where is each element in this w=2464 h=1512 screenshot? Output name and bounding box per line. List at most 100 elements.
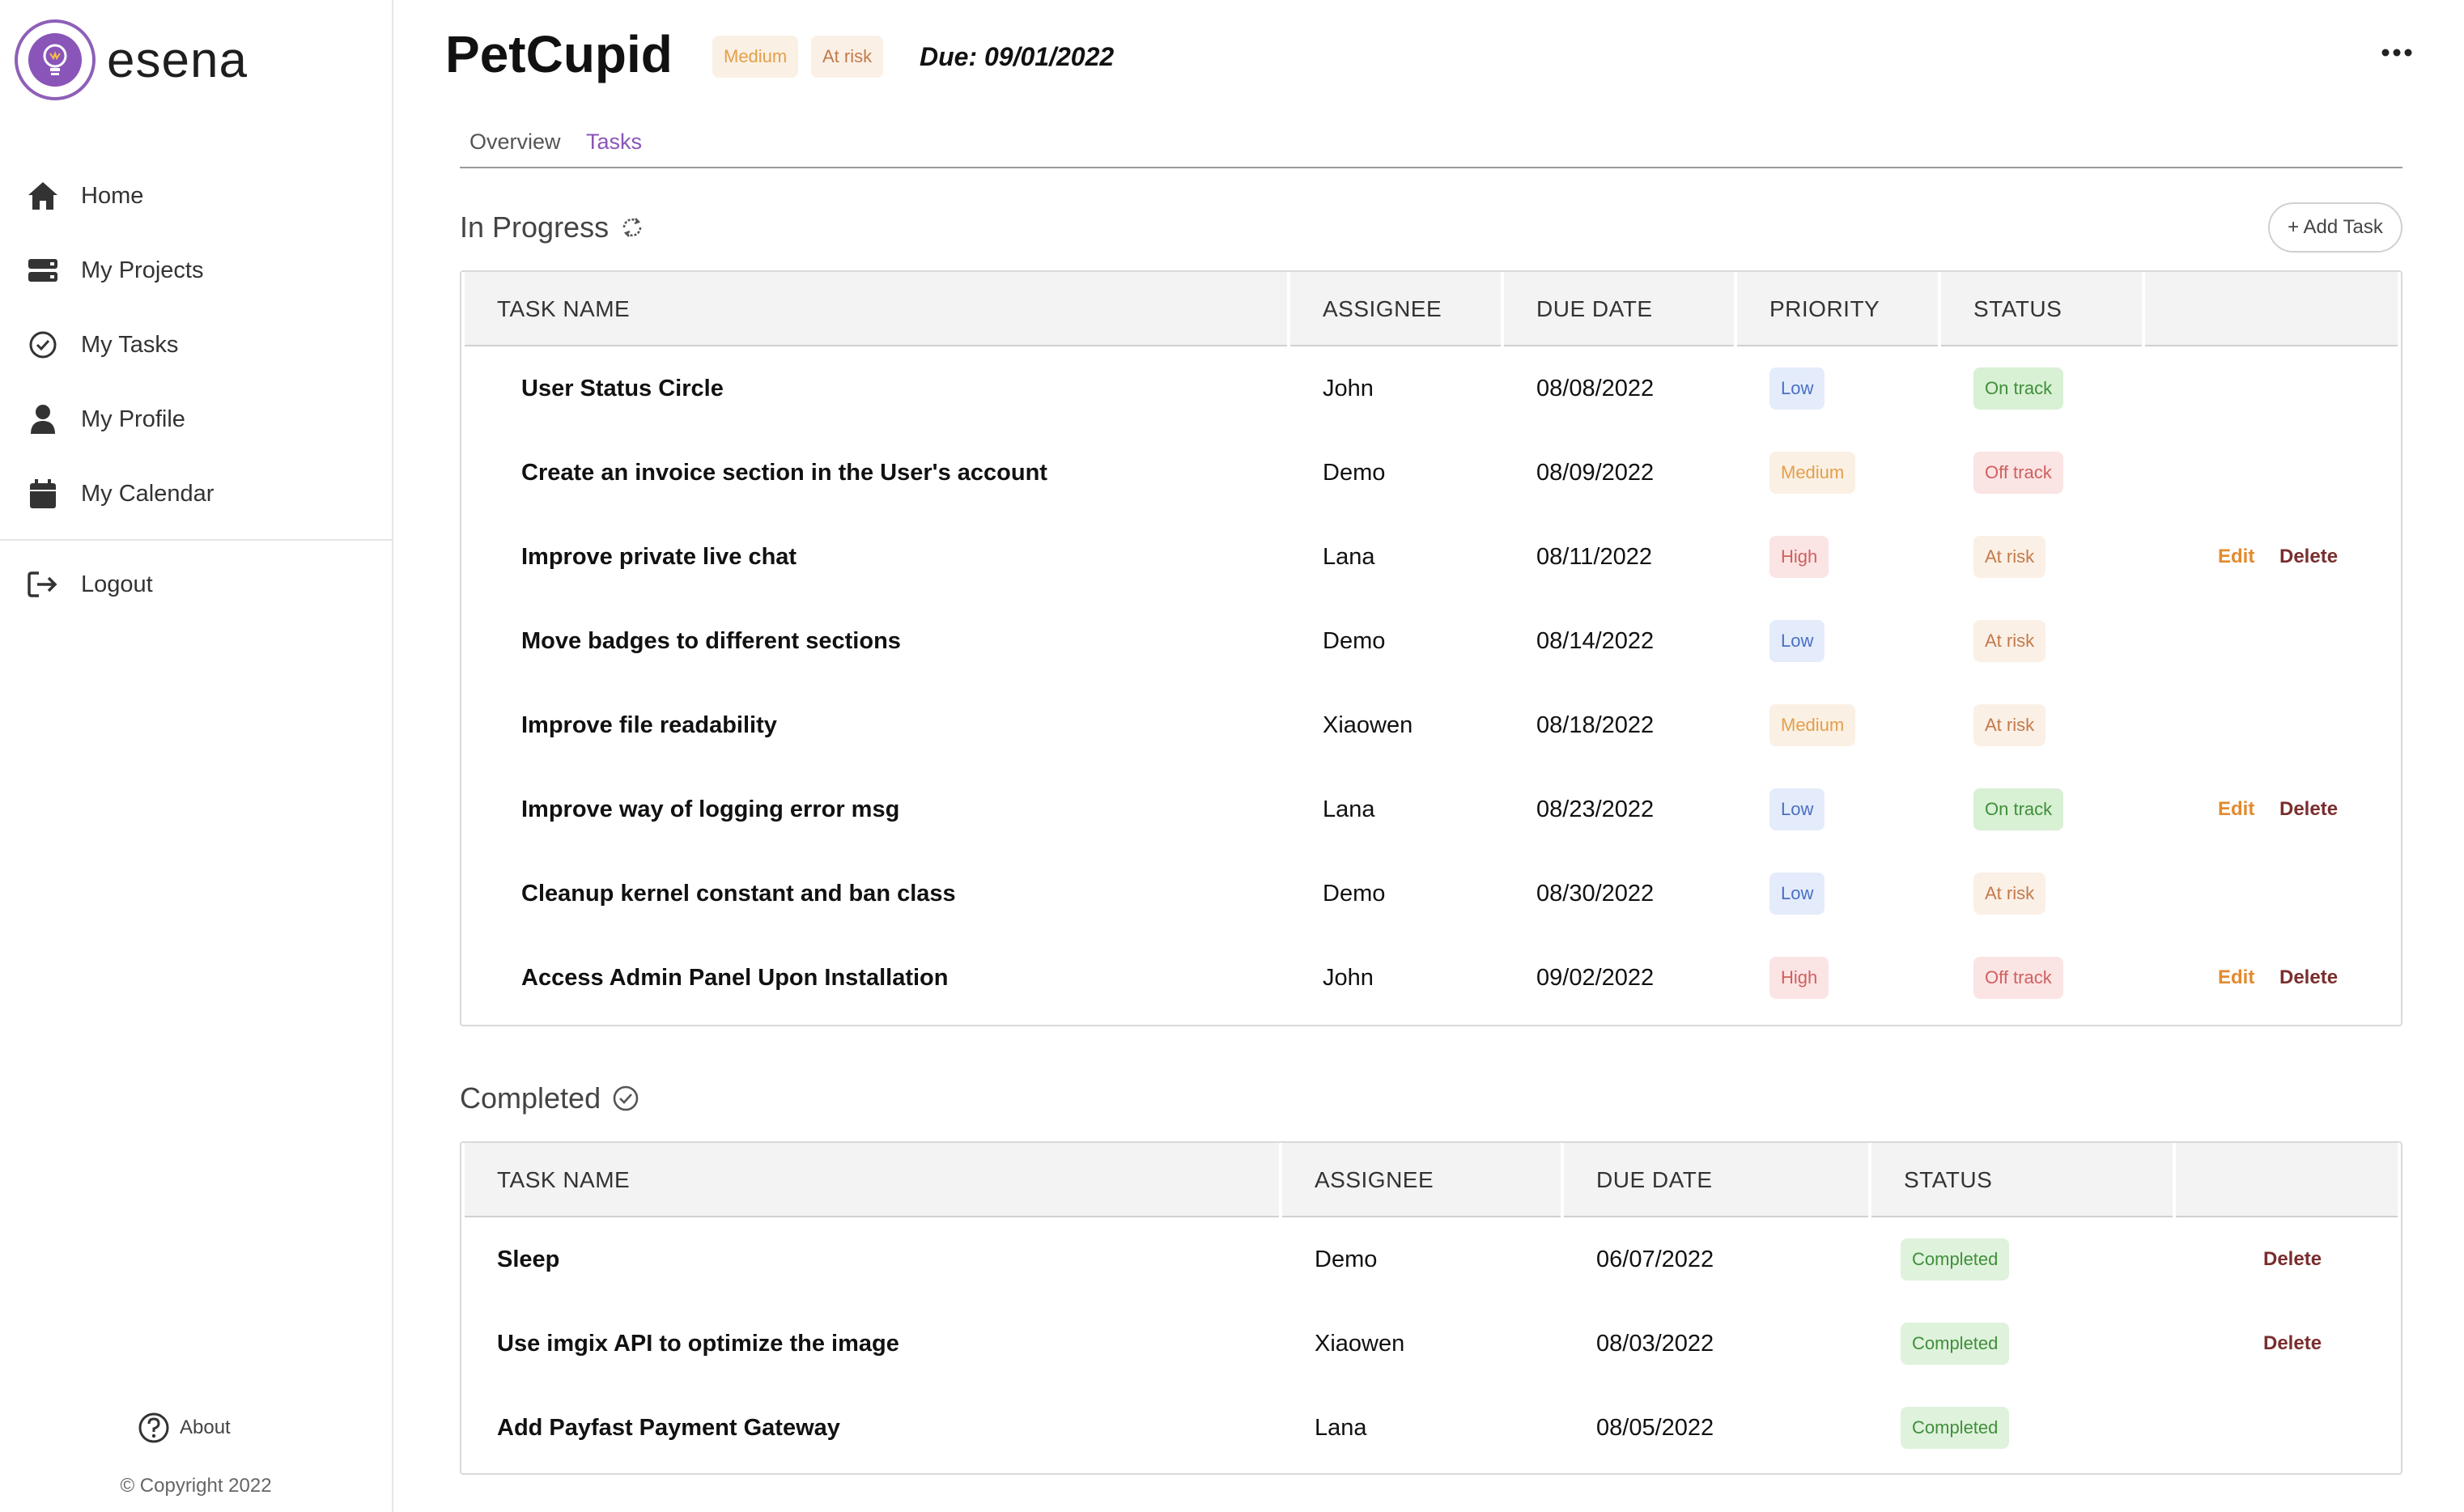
task-name[interactable]: Sleep xyxy=(497,1217,559,1302)
delete-task-button[interactable]: Delete xyxy=(2279,936,2338,1020)
about-label: About xyxy=(180,1416,231,1438)
task-assignee: Lana xyxy=(1323,796,1375,822)
priority-cell: Medium xyxy=(1769,683,1856,767)
column-header-task-name[interactable]: TASK NAME xyxy=(465,272,1290,346)
app-name: esena xyxy=(107,32,248,88)
logout-button[interactable]: Logout xyxy=(0,547,392,622)
edit-task-button[interactable]: Edit xyxy=(2218,515,2254,599)
column-header-priority[interactable]: PRIORITY xyxy=(1737,272,1941,346)
table-row[interactable]: Move badges to different sections Demo 08/… xyxy=(465,599,2398,683)
task-assignee: Demo xyxy=(1315,1246,1378,1272)
column-header-assignee[interactable]: ASSIGNEE xyxy=(1282,1143,1564,1217)
delete-task-button[interactable]: Delete xyxy=(2279,767,2338,852)
status-badge: Completed xyxy=(1901,1407,2010,1449)
sidebar-item-my-tasks[interactable]: My Tasks xyxy=(0,308,392,382)
sidebar-item-home[interactable]: Home xyxy=(0,159,392,233)
priority-cell: Low xyxy=(1769,346,1825,431)
task-assignee: Demo xyxy=(1323,627,1386,654)
sidebar-item-label: My Projects xyxy=(81,257,204,283)
edit-task-button[interactable]: Edit xyxy=(2218,767,2254,852)
sidebar-item-my-profile[interactable]: My Profile xyxy=(0,382,392,457)
status-cell: On track xyxy=(1973,767,2064,852)
task-name[interactable]: Add Payfast Payment Gateway xyxy=(497,1386,840,1470)
status-cell: At risk xyxy=(1973,683,2046,767)
table-row[interactable]: Add Payfast Payment Gateway Lana 08/05/202… xyxy=(465,1386,2398,1470)
table-row[interactable]: Create an invoice section in the User's … xyxy=(465,431,2398,515)
delete-task-button[interactable]: Delete xyxy=(2263,1302,2322,1386)
table-row[interactable]: Access Admin Panel Upon Installation John… xyxy=(465,936,2398,1020)
task-name[interactable]: Improve private live chat xyxy=(521,515,797,599)
task-name[interactable]: User Status Circle xyxy=(521,346,724,431)
copyright-text: © Copyright 2022 xyxy=(120,1475,272,1497)
in-progress-table: TASK NAME ASSIGNEE DUE DATE PRIORITY STA… xyxy=(460,270,2402,1026)
status-cell: Off track xyxy=(1973,936,2063,1020)
table-row[interactable]: User Status Circle John 08/08/2022 Low On tr… xyxy=(465,346,2398,431)
table-row[interactable]: Use imgix API to optimize the image Xiaow… xyxy=(465,1302,2398,1386)
task-name[interactable]: Improve way of logging error msg xyxy=(521,767,899,852)
main-content: PetCupid Medium At risk Due: 09/01/2022 … xyxy=(393,0,2464,1512)
status-badge: At risk xyxy=(1973,536,2046,578)
lightbulb-logo-icon xyxy=(15,19,96,100)
calendar-icon xyxy=(26,477,60,511)
completed-table: TASK NAME ASSIGNEE DUE DATE STATUS Sleep… xyxy=(460,1141,2402,1475)
status-badge: Completed xyxy=(1901,1323,2010,1365)
page-title: PetCupid xyxy=(445,25,673,83)
table-row[interactable]: Improve file readability Xiaowen 08/18/202… xyxy=(465,683,2398,767)
check-circle-icon xyxy=(26,328,60,362)
status-badge: Off track xyxy=(1973,957,2063,999)
sidebar-item-my-calendar[interactable]: My Calendar xyxy=(0,457,392,531)
add-task-button[interactable]: + Add Task xyxy=(2268,202,2402,253)
help-circle-icon xyxy=(138,1412,169,1443)
delete-task-button[interactable]: Delete xyxy=(2263,1217,2322,1302)
task-due-date: 09/02/2022 xyxy=(1536,964,1655,991)
app-logo[interactable]: esena xyxy=(15,19,248,100)
completed-heading: Completed xyxy=(460,1081,639,1115)
delete-task-button[interactable]: Delete xyxy=(2279,515,2338,599)
task-name[interactable]: Improve file readability xyxy=(521,683,777,767)
status-badge: On track xyxy=(1973,788,2064,830)
priority-cell: High xyxy=(1769,515,1829,599)
task-assignee: Lana xyxy=(1323,543,1375,570)
task-name[interactable]: Use imgix API to optimize the image xyxy=(497,1302,899,1386)
column-header-due-date[interactable]: DUE DATE xyxy=(1564,1143,1871,1217)
task-name[interactable]: Cleanup kernel constant and ban class xyxy=(521,852,956,936)
task-due-date: 08/14/2022 xyxy=(1536,627,1655,654)
priority-badge: Medium xyxy=(1769,452,1856,494)
priority-badge: High xyxy=(1769,536,1829,578)
about-link[interactable]: About xyxy=(138,1412,231,1444)
column-header-due-date[interactable]: DUE DATE xyxy=(1504,272,1737,346)
status-cell: At risk xyxy=(1973,852,2046,936)
table-row[interactable]: Improve private live chat Lana 08/11/2022 H… xyxy=(465,515,2398,599)
more-options-icon[interactable] xyxy=(2368,32,2425,73)
priority-cell: Low xyxy=(1769,767,1825,852)
task-due-date: 08/18/2022 xyxy=(1536,711,1655,738)
column-header-task-name[interactable]: TASK NAME xyxy=(465,1143,1282,1217)
sidebar-item-label: My Calendar xyxy=(81,480,215,507)
table-row[interactable]: Sleep Demo 06/07/2022 Completed Delete xyxy=(465,1217,2398,1302)
status-cell: On track xyxy=(1973,346,2064,431)
task-due-date: 06/07/2022 xyxy=(1596,1246,1714,1272)
table-header: TASK NAME ASSIGNEE DUE DATE STATUS xyxy=(465,1143,2398,1217)
priority-badge: Low xyxy=(1769,620,1825,662)
column-header-assignee[interactable]: ASSIGNEE xyxy=(1290,272,1504,346)
priority-badge: Medium xyxy=(1769,704,1856,746)
column-header-status[interactable]: STATUS xyxy=(1871,1143,2176,1217)
column-header-status[interactable]: STATUS xyxy=(1941,272,2145,346)
check-circle-icon xyxy=(612,1085,639,1112)
task-name[interactable]: Create an invoice section in the User's … xyxy=(521,431,1047,515)
home-icon xyxy=(26,179,60,213)
priority-cell: Medium xyxy=(1769,431,1856,515)
tab-overview[interactable]: Overview xyxy=(469,130,561,155)
sidebar-item-my-projects[interactable]: My Projects xyxy=(0,233,392,308)
edit-task-button[interactable]: Edit xyxy=(2218,936,2254,1020)
task-name[interactable]: Move badges to different sections xyxy=(521,599,901,683)
refresh-icon xyxy=(620,215,644,240)
task-name[interactable]: Access Admin Panel Upon Installation xyxy=(521,936,948,1020)
in-progress-heading: In Progress xyxy=(460,210,644,244)
table-row[interactable]: Cleanup kernel constant and ban class Dem… xyxy=(465,852,2398,936)
tab-tasks[interactable]: Tasks xyxy=(586,130,642,155)
sidebar-item-label: My Tasks xyxy=(81,331,179,358)
project-due-date: Due: 09/01/2022 xyxy=(920,42,1115,71)
table-row[interactable]: Improve way of logging error msg Lana 08/2… xyxy=(465,767,2398,852)
user-icon xyxy=(26,402,60,436)
